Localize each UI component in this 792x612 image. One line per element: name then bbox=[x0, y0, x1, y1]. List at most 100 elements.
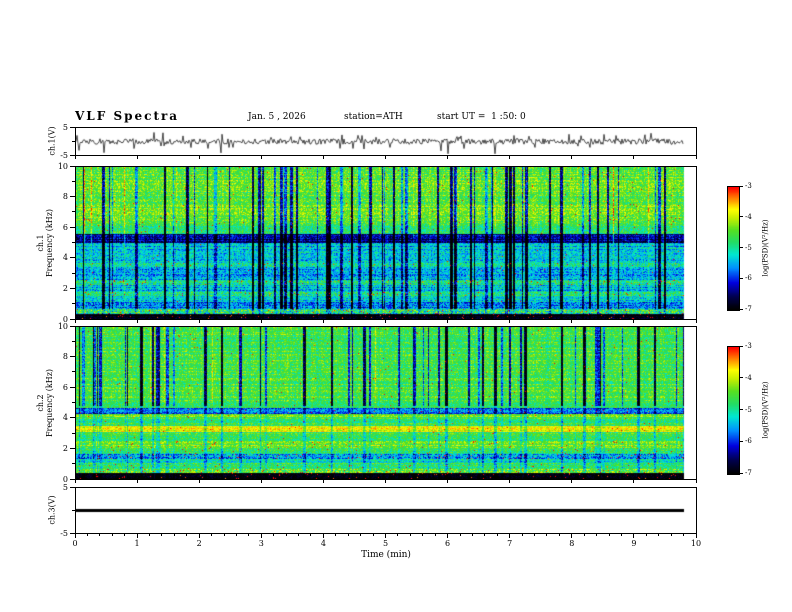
spec2-y-tick-label: 4 bbox=[62, 413, 68, 423]
colorbar-tick-label: -3 bbox=[745, 182, 752, 190]
ch3-x-tick bbox=[136, 534, 138, 538]
wave-y-tick bbox=[70, 126, 75, 128]
spec1-y-tick-label: 6 bbox=[62, 222, 68, 232]
colorbar-tick bbox=[740, 277, 743, 279]
spec2-x-tick bbox=[74, 480, 76, 483]
time-tick-label: 6 bbox=[445, 539, 451, 548]
spec2-x-tick bbox=[695, 480, 697, 483]
ch3-x-tick bbox=[372, 534, 374, 536]
ch3-x-tick bbox=[583, 534, 585, 536]
ch3-x-tick bbox=[285, 534, 287, 536]
spec2-y-tick bbox=[72, 340, 75, 342]
ch3-x-tick bbox=[459, 534, 461, 536]
time-tick-label: 8 bbox=[569, 539, 575, 548]
colorbar2-units-label: log(PSD)(V²/Hz) bbox=[761, 381, 770, 439]
spec2-y-tick-label: 6 bbox=[62, 382, 68, 392]
ch3-x-tick bbox=[471, 534, 473, 536]
vlf-spectra-figure: VLF Spectra Jan. 5 , 2026 station=ATH st… bbox=[0, 0, 792, 612]
ch1-spectrogram-canvas bbox=[76, 167, 696, 319]
ch3-x-tick bbox=[385, 534, 386, 538]
spec1-x-tick bbox=[571, 320, 573, 323]
wave-y-tick-label: -5 bbox=[60, 150, 68, 160]
ch3-x-tick bbox=[496, 534, 498, 536]
spec1-y-tick-label: 8 bbox=[62, 192, 68, 202]
colorbar-tick-label: -4 bbox=[745, 373, 752, 382]
ch3-x-tick bbox=[99, 534, 101, 536]
wave-x-tick bbox=[322, 156, 324, 159]
spec1-x-tick bbox=[447, 320, 449, 323]
spec1-y-tick bbox=[70, 257, 75, 259]
spec2-y-tick bbox=[70, 325, 75, 327]
figure-title: VLF Spectra bbox=[75, 109, 180, 123]
ch3-x-tick bbox=[409, 534, 411, 536]
colorbar-tick-label: -4 bbox=[745, 212, 752, 221]
spec2-x-tick bbox=[385, 480, 386, 483]
ch3-x-tick bbox=[534, 534, 536, 536]
time-tick-label: 10 bbox=[690, 539, 702, 548]
spec1-x-tick bbox=[74, 320, 76, 323]
spec1-x-tick bbox=[322, 320, 324, 323]
time-tick-label: 2 bbox=[196, 539, 202, 548]
ch3-x-tick bbox=[397, 534, 399, 536]
ch3-x-tick bbox=[186, 534, 188, 536]
spec1-y-tick bbox=[70, 226, 75, 228]
colorbar-tick bbox=[740, 247, 743, 248]
ch3-y-tick bbox=[70, 486, 75, 488]
colorbar-tick-label: -6 bbox=[745, 437, 752, 446]
ch3-x-tick bbox=[310, 534, 312, 536]
ch3-x-tick bbox=[335, 534, 337, 536]
spec1-x-tick bbox=[509, 320, 511, 323]
ch3-x-tick bbox=[484, 534, 486, 536]
spec1-y-tick bbox=[72, 242, 75, 243]
flatline-panel-ch3 bbox=[75, 487, 697, 534]
colorbar-tick-label: -5 bbox=[745, 405, 752, 414]
ch3-x-tick bbox=[422, 534, 424, 536]
spec2-x-tick bbox=[322, 480, 324, 483]
spec1-x-tick bbox=[198, 320, 200, 323]
spec1-y-tick bbox=[70, 196, 75, 198]
colorbar-ch1 bbox=[727, 186, 740, 311]
frequency-khz-label-ch1: Frequency (kHz) bbox=[45, 208, 54, 278]
ch3-x-tick bbox=[447, 534, 449, 538]
ch3-x-tick bbox=[298, 534, 300, 536]
spec1-y-tick bbox=[70, 287, 75, 289]
ch2-label-line: ch.2 bbox=[36, 394, 45, 412]
wave-x-tick bbox=[571, 156, 573, 159]
ch3-x-tick bbox=[161, 534, 163, 536]
ch3-x-tick bbox=[235, 534, 237, 536]
ch3-x-tick bbox=[86, 534, 88, 536]
ch3-x-tick bbox=[608, 534, 610, 536]
ch2-spectrogram-canvas bbox=[76, 327, 696, 479]
ch3-x-tick bbox=[509, 534, 511, 538]
spec1-y-tick bbox=[70, 165, 75, 167]
ch3-x-tick bbox=[223, 534, 225, 536]
wave-x-tick bbox=[633, 156, 635, 159]
ch3-x-tick bbox=[434, 534, 436, 536]
ch3-x-tick bbox=[347, 534, 349, 536]
ch3-x-tick bbox=[173, 534, 175, 536]
colorbar1-units-label: log(PSD)(V²/Hz) bbox=[761, 219, 770, 277]
time-tick-label: 9 bbox=[631, 539, 637, 548]
ch3-x-tick bbox=[124, 534, 126, 536]
ch3-x-tick bbox=[322, 534, 324, 538]
spec1-y-tick bbox=[72, 211, 75, 213]
spec2-y-tick-label: 8 bbox=[62, 352, 68, 362]
spec2-x-tick bbox=[198, 480, 200, 483]
colorbar-tick-label: -7 bbox=[745, 305, 752, 313]
ch1-label-line: ch.1 bbox=[36, 234, 45, 252]
spec2-y-tick bbox=[72, 432, 75, 434]
spec2-y-tick bbox=[70, 386, 75, 388]
colorbar-tick-label: -6 bbox=[745, 274, 752, 283]
spectrogram-panel-ch2 bbox=[75, 326, 697, 480]
spec2-y-tick-label: 10 bbox=[57, 321, 68, 331]
station-label: station=ATH bbox=[344, 112, 403, 122]
time-tick-label: 7 bbox=[507, 539, 513, 548]
time-tick-label: 5 bbox=[382, 539, 389, 548]
ch3-x-tick bbox=[596, 534, 598, 536]
wave-x-tick bbox=[509, 156, 511, 159]
ch3-x-tick bbox=[658, 534, 660, 536]
spec2-y-tick bbox=[70, 356, 75, 358]
colorbar-tick-label: -7 bbox=[745, 469, 752, 477]
spec2-y-tick bbox=[70, 417, 75, 419]
ch1-frequency-axis-label: ch.1 Frequency (kHz) bbox=[36, 209, 54, 277]
